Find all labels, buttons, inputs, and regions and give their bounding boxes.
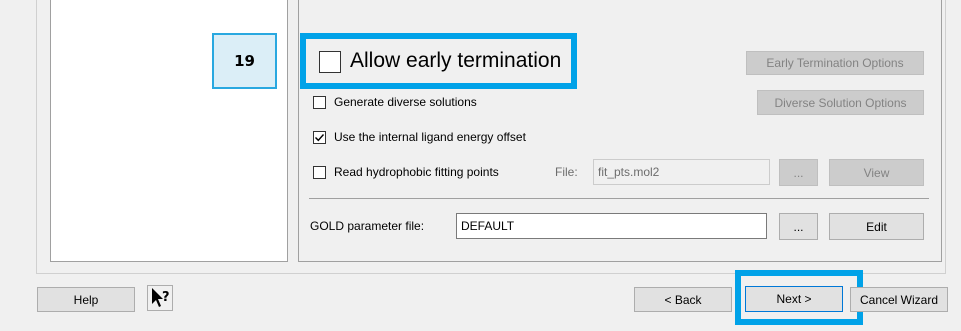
parameter-file-browse-button[interactable]: ...	[779, 213, 818, 240]
hydrophobic-points-label[interactable]: Read hydrophobic fitting points	[334, 165, 499, 179]
hydrophobic-file-value: fit_pts.mol2	[598, 165, 660, 179]
ligand-energy-offset-label[interactable]: Use the internal ligand energy offset	[334, 130, 526, 144]
early-termination-label[interactable]: Allow early termination	[350, 49, 561, 73]
hydrophobic-file-label: File:	[555, 165, 578, 179]
hydrophobic-view-label: View	[863, 165, 890, 180]
ligand-energy-offset-checkbox[interactable]	[313, 131, 326, 144]
diverse-solution-options-button[interactable]: Diverse Solution Options	[757, 90, 924, 115]
next-button[interactable]: Next >	[745, 286, 843, 312]
hydrophobic-browse-label: ...	[793, 165, 804, 180]
cancel-wizard-label: Cancel Wizard	[859, 292, 939, 307]
parameter-file-browse-label: ...	[793, 219, 804, 234]
early-termination-checkbox[interactable]	[319, 51, 341, 73]
svg-text:?: ?	[162, 290, 170, 305]
cancel-wizard-button[interactable]: Cancel Wizard	[850, 287, 948, 312]
parameter-file-edit-button[interactable]: Edit	[829, 213, 924, 240]
early-termination-options-button[interactable]: Early Termination Options	[746, 51, 924, 75]
checkmark-icon	[315, 134, 325, 142]
parameter-file-value: DEFAULT	[461, 219, 515, 233]
diverse-solutions-checkbox[interactable]	[313, 96, 326, 109]
step-number-text: 19	[234, 52, 255, 70]
parameter-file-edit-label: Edit	[866, 219, 887, 234]
hydrophobic-file-input[interactable]: fit_pts.mol2	[593, 159, 770, 185]
help-button-label: Help	[73, 292, 99, 307]
hydrophobic-view-button[interactable]: View	[829, 159, 924, 186]
parameter-file-input[interactable]: DEFAULT	[456, 213, 767, 239]
help-button[interactable]: Help	[37, 287, 135, 312]
pointer-question-icon[interactable]: ?	[147, 285, 173, 311]
hydrophobic-browse-button[interactable]: ...	[779, 159, 818, 186]
step-number-badge: 19	[212, 33, 277, 89]
diverse-solutions-label[interactable]: Generate diverse solutions	[334, 95, 477, 109]
next-button-label: Next >	[776, 292, 812, 306]
early-termination-options-label: Early Termination Options	[766, 56, 904, 70]
back-button[interactable]: < Back	[634, 287, 732, 312]
diverse-solution-options-label: Diverse Solution Options	[774, 95, 907, 110]
back-button-label: < Back	[664, 292, 702, 307]
parameter-file-label: GOLD parameter file:	[310, 219, 425, 233]
hydrophobic-points-checkbox[interactable]	[313, 166, 326, 179]
options-divider	[309, 198, 929, 199]
